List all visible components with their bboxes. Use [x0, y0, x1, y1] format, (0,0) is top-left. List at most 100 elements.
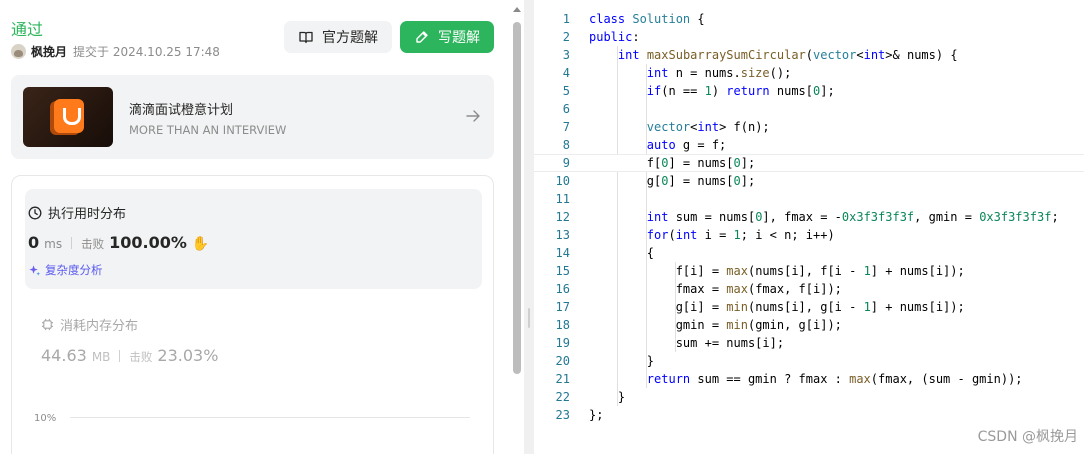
performance-card: 执行用时分布 0 ms 击败 100.00% ✋ 复杂度分析 消耗内存分布 44…: [11, 175, 494, 454]
code-text[interactable]: {: [589, 246, 654, 260]
clap-icon: ✋: [191, 236, 210, 252]
watermark: CSDN @枫挽月: [977, 429, 1078, 445]
code-text[interactable]: int maxSubarraySumCircular(vector<int>& …: [589, 48, 958, 62]
code-text[interactable]: for(int i = 1; i < n; i++): [589, 228, 835, 242]
code-line[interactable]: 5 if(n == 1) return nums[0];: [534, 82, 1084, 100]
memory-title-label: 消耗内存分布: [60, 319, 139, 334]
memory-beat-label: 击败: [129, 350, 153, 364]
complexity-analysis-link[interactable]: 复杂度分析: [28, 262, 103, 278]
code-line[interactable]: 13 for(int i = 1; i < n; i++): [534, 226, 1084, 244]
code-line[interactable]: 3 int maxSubarraySumCircular(vector<int>…: [534, 46, 1084, 64]
code-line[interactable]: 22 }: [534, 388, 1084, 406]
line-number: 12: [555, 210, 570, 224]
code-text[interactable]: int sum = nums[0], fmax = -0x3f3f3f3f, g…: [589, 210, 1059, 224]
code-line[interactable]: 15 f[i] = max(nums[i], f[i - 1] + nums[i…: [534, 262, 1084, 280]
code-text[interactable]: f[0] = nums[0];: [589, 156, 755, 170]
memory-unit: MB: [91, 350, 111, 364]
banner-title: 滴滴面试橙意计划: [129, 103, 234, 118]
code-line[interactable]: 1 class Solution {: [534, 10, 1084, 28]
line-number: 20: [555, 354, 570, 368]
panel-resize-divider[interactable]: [524, 0, 534, 454]
line-number: 8: [562, 138, 570, 152]
code-line[interactable]: 16 fmax = max(fmax, f[i]);: [534, 280, 1084, 298]
code-text[interactable]: gmin = min(gmin, g[i]);: [589, 318, 842, 332]
runtime-title-label: 执行用时分布: [48, 207, 127, 222]
runtime-unit: ms: [44, 237, 63, 251]
line-number: 5: [562, 84, 570, 98]
didi-logo-icon: [54, 99, 84, 133]
line-number: 3: [562, 48, 570, 62]
code-text[interactable]: sum += nums[i];: [589, 336, 784, 350]
promo-banner[interactable]: 滴滴面试橙意计划 MORE THAN AN INTERVIEW: [11, 75, 494, 159]
status-accepted: 通过: [11, 20, 44, 39]
line-number: 1: [562, 12, 570, 26]
code-editor[interactable]: 1 class Solution { 2 public: 3 int maxSubarr…: [534, 0, 1084, 454]
runtime-beat-percent: 100.00%: [109, 233, 187, 252]
code-text[interactable]: };: [589, 408, 603, 422]
submission-meta: 枫挽月 提交于 2024.10.25 17:48: [11, 42, 220, 60]
chip-icon: [41, 318, 54, 331]
submission-panel: 通过 枫挽月 提交于 2024.10.25 17:48 官方题解 写题解 滴滴面…: [0, 0, 510, 454]
line-number: 11: [555, 192, 570, 206]
code-line[interactable]: 23};: [534, 406, 1084, 424]
code-text[interactable]: if(n == 1) return nums[0];: [589, 84, 835, 98]
clock-icon: [28, 206, 42, 219]
username[interactable]: 枫挽月: [31, 43, 67, 60]
line-number: 22: [555, 390, 570, 404]
code-text[interactable]: int n = nums.size();: [589, 66, 792, 80]
code-line[interactable]: 14 {: [534, 244, 1084, 262]
code-line[interactable]: 8 auto g = f;: [534, 136, 1084, 154]
line-number: 23: [555, 408, 570, 422]
resize-grip-icon[interactable]: [528, 308, 530, 328]
complexity-analysis-label: 复杂度分析: [45, 263, 103, 277]
code-line[interactable]: 4 int n = nums.size();: [534, 64, 1084, 82]
line-number: 10: [555, 174, 570, 188]
line-number: 19: [555, 336, 570, 350]
line-number: 2: [562, 30, 570, 44]
line-number: 18: [555, 318, 570, 332]
code-line[interactable]: 21 return sum == gmin ? fmax : max(fmax,…: [534, 370, 1084, 388]
avatar[interactable]: [11, 43, 26, 59]
sparkle-icon: [29, 264, 41, 276]
runtime-beat-label: 击败: [81, 237, 105, 251]
code-line[interactable]: 20 }: [534, 352, 1084, 370]
official-solution-label: 官方题解: [322, 30, 378, 46]
code-text[interactable]: g[i] = min(nums[i], g[i - 1] + nums[i]);: [589, 300, 965, 314]
official-solution-button[interactable]: 官方题解: [284, 21, 392, 53]
code-line[interactable]: 6: [534, 100, 1084, 118]
line-number: 16: [555, 282, 570, 296]
code-text[interactable]: auto g = f;: [589, 138, 726, 152]
code-text[interactable]: f[i] = max(nums[i], f[i - 1] + nums[i]);: [589, 264, 965, 278]
memory-beat-percent: 23.03%: [157, 346, 219, 365]
code-line[interactable]: 7 vector<int> f(n);: [534, 118, 1084, 136]
scroll-up-icon[interactable]: [513, 7, 521, 12]
code-line[interactable]: 11: [534, 190, 1084, 208]
left-scrollbar-thumb[interactable]: [513, 22, 521, 374]
runtime-values: 0 ms 击败 100.00% ✋: [28, 233, 209, 252]
memory-title[interactable]: 消耗内存分布: [41, 315, 138, 334]
code-line-active[interactable]: 9 f[0] = nums[0];: [534, 154, 1084, 172]
line-number: 17: [555, 300, 570, 314]
code-text[interactable]: }: [589, 390, 625, 404]
runtime-title: 执行用时分布: [28, 203, 126, 222]
arrow-right-icon[interactable]: [464, 107, 482, 125]
runtime-value: 0: [28, 233, 40, 252]
code-text[interactable]: public:: [589, 30, 640, 44]
code-text[interactable]: class Solution {: [589, 12, 705, 26]
code-text[interactable]: fmax = max(fmax, f[i]);: [589, 282, 842, 296]
code-line[interactable]: 18 gmin = min(gmin, g[i]);: [534, 316, 1084, 334]
code-line[interactable]: 2 public:: [534, 28, 1084, 46]
code-line[interactable]: 10 g[0] = nums[0];: [534, 172, 1084, 190]
code-line[interactable]: 19 sum += nums[i];: [534, 334, 1084, 352]
code-text[interactable]: return sum == gmin ? fmax : max(fmax, (s…: [589, 372, 1023, 386]
write-solution-button[interactable]: 写题解: [400, 21, 494, 53]
divider: [119, 349, 121, 362]
line-number: 13: [555, 228, 570, 242]
code-text[interactable]: }: [589, 354, 654, 368]
book-icon: [299, 31, 313, 44]
line-number: 6: [562, 102, 570, 116]
code-text[interactable]: vector<int> f(n);: [589, 120, 770, 134]
code-text[interactable]: g[0] = nums[0];: [589, 174, 755, 188]
code-line[interactable]: 17 g[i] = min(nums[i], g[i - 1] + nums[i…: [534, 298, 1084, 316]
code-line[interactable]: 12 int sum = nums[0], fmax = -0x3f3f3f3f…: [534, 208, 1084, 226]
